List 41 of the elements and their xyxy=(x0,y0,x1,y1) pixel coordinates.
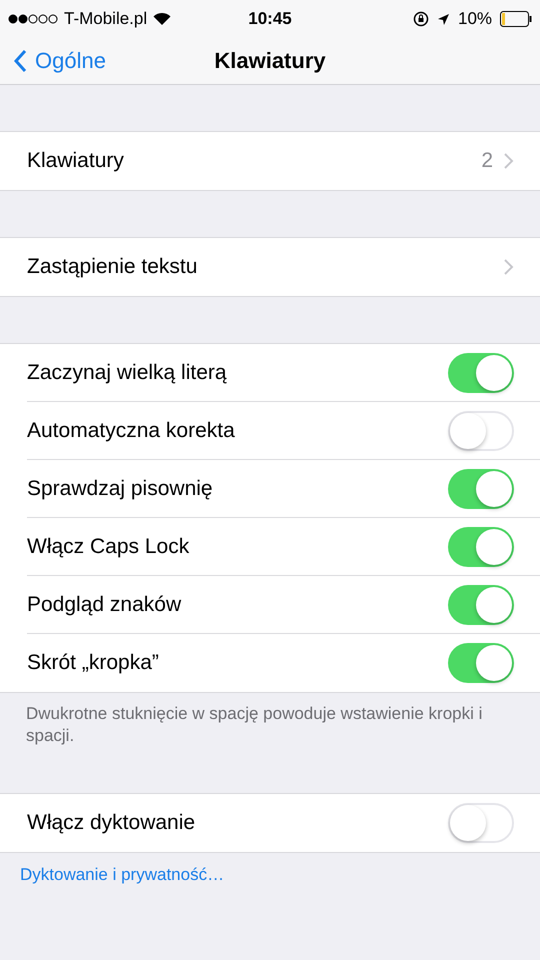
location-icon xyxy=(436,12,450,26)
row-label: Podgląd znaków xyxy=(27,593,182,617)
chevron-icon xyxy=(503,152,514,170)
rotation-lock-icon xyxy=(412,11,429,27)
toggle-switch[interactable] xyxy=(448,585,514,625)
row-value: 2 xyxy=(481,149,493,173)
settings-row[interactable]: Włącz dyktowanie xyxy=(0,794,540,852)
chevron-icon xyxy=(503,258,514,276)
row-label: Skrót „kropka” xyxy=(27,651,160,675)
back-button[interactable]: Ogólne xyxy=(14,48,214,74)
settings-row[interactable]: Zastąpienie tekstu xyxy=(0,238,540,296)
row-label: Klawiatury xyxy=(27,149,125,173)
battery-icon xyxy=(500,11,532,27)
row-label: Automatyczna korekta xyxy=(27,419,236,443)
settings-row[interactable]: Włącz Caps Lock xyxy=(0,518,540,576)
toggle-switch[interactable] xyxy=(448,411,514,451)
toggle-switch[interactable] xyxy=(448,469,514,509)
row-label: Włącz dyktowanie xyxy=(27,811,196,835)
wifi-icon xyxy=(153,12,172,26)
carrier-name: T-Mobile.pl xyxy=(64,9,148,29)
settings-row[interactable]: Automatyczna korekta xyxy=(0,402,540,460)
row-label: Włącz Caps Lock xyxy=(27,535,190,559)
toggle-switch[interactable] xyxy=(448,803,514,843)
row-label: Zastąpienie tekstu xyxy=(27,255,198,279)
screen-title: Klawiatury xyxy=(214,48,326,74)
privacy-link[interactable]: Dyktowanie i prywatność… xyxy=(20,865,520,885)
footer-note: Dwukrotne stuknięcie w spację powoduje wstawienie kropki i spacji. xyxy=(26,703,484,747)
signal-icon xyxy=(8,14,58,24)
settings-row[interactable]: Klawiatury 2 xyxy=(0,132,540,190)
row-label: Sprawdzaj pisownię xyxy=(27,477,214,501)
toggle-switch[interactable] xyxy=(448,643,514,683)
clock-time: 10:45 xyxy=(248,9,292,29)
toggle-switch[interactable] xyxy=(448,527,514,567)
toggle-switch[interactable] xyxy=(448,353,514,393)
row-label: Zaczynaj wielką literą xyxy=(27,361,228,385)
settings-row[interactable]: Sprawdzaj pisownię xyxy=(0,460,540,518)
back-chevron-icon xyxy=(14,49,27,73)
settings-row[interactable]: Zaczynaj wielką literą xyxy=(0,344,540,402)
settings-row[interactable]: Skrót „kropka” xyxy=(0,634,540,692)
settings-row[interactable]: Podgląd znaków xyxy=(0,576,540,634)
battery-percent: 10% xyxy=(458,9,492,29)
